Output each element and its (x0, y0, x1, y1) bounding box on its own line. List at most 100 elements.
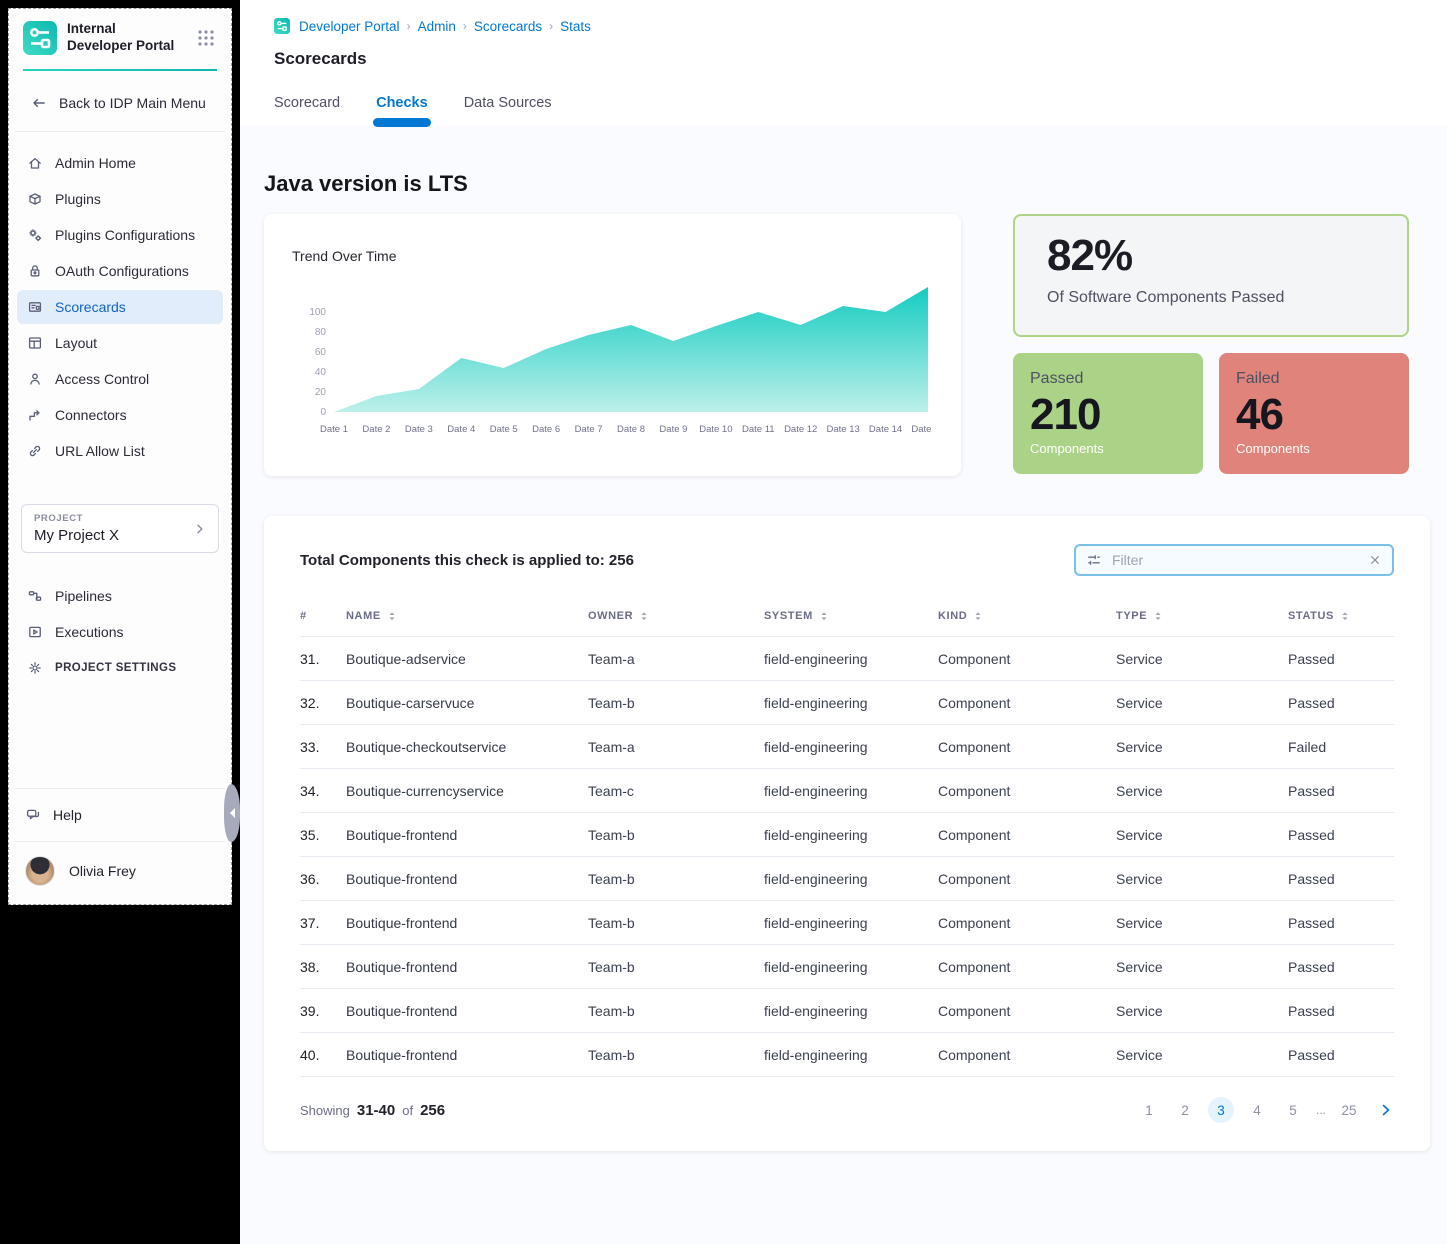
breadcrumb-link-1[interactable]: Admin (418, 19, 456, 34)
table-row[interactable]: 31. Boutique-adservice Team-a field-engi… (300, 636, 1394, 680)
column-header-owner[interactable]: OWNER (588, 610, 764, 622)
app-switcher-grid-icon[interactable] (195, 27, 217, 49)
components-table-card: Total Components this check is applied t… (264, 516, 1430, 1151)
sidebar-item-scorecards[interactable]: Scorecards (17, 290, 223, 324)
table-header-row: #NAMEOWNERSYSTEMKINDTYPESTATUS (300, 610, 1394, 636)
breadcrumb-link-3[interactable]: Stats (560, 19, 591, 34)
column-header-system[interactable]: SYSTEM (764, 610, 938, 622)
cell-system: field-engineering (764, 651, 938, 667)
table-row[interactable]: 37. Boutique-frontend Team-b field-engin… (300, 900, 1394, 944)
svg-text:Date 10: Date 10 (699, 424, 732, 435)
page-5[interactable]: 5 (1280, 1097, 1306, 1123)
page-25[interactable]: 25 (1336, 1097, 1362, 1123)
sidebar-item-connectors[interactable]: Connectors (17, 398, 223, 432)
table-row[interactable]: 32. Boutique-carservuce Team-b field-eng… (300, 680, 1394, 724)
sidebar-item-label: Scorecards (55, 299, 126, 315)
breadcrumb-separator: › (407, 19, 411, 33)
pipeline-icon (27, 588, 43, 604)
showing-summary: Showing 31-40 of 256 (300, 1102, 445, 1119)
sidebar-item-pipelines[interactable]: Pipelines (17, 579, 223, 613)
passed-label: Passed (1030, 370, 1186, 388)
arrow-left-icon (31, 95, 47, 111)
cell-owner: Team-a (588, 739, 764, 755)
link-icon (27, 443, 43, 459)
filter-input[interactable] (1112, 552, 1358, 568)
svg-text:0: 0 (320, 407, 326, 418)
sidebar-collapse-handle[interactable] (224, 784, 240, 842)
cell-owner: Team-c (588, 783, 764, 799)
sidebar-item-label: Executions (55, 624, 123, 640)
page-1[interactable]: 1 (1136, 1097, 1162, 1123)
sidebar-item-project-settings[interactable]: PROJECT SETTINGS (17, 651, 223, 685)
cell-kind: Component (938, 783, 1116, 799)
cell-type: Service (1116, 871, 1288, 887)
sidebar-item-admin-home[interactable]: Admin Home (17, 146, 223, 180)
filter-sliders-icon[interactable] (1086, 552, 1102, 568)
sidebar-item-access-control[interactable]: Access Control (17, 362, 223, 396)
sidebar-item-layout[interactable]: Layout (17, 326, 223, 360)
table-row[interactable]: 34. Boutique-currencyservice Team-c fiel… (300, 768, 1394, 812)
sidebar-item-label: URL Allow List (55, 443, 145, 459)
page-2[interactable]: 2 (1172, 1097, 1198, 1123)
cell-type: Service (1116, 827, 1288, 843)
column-header-type[interactable]: TYPE (1116, 610, 1288, 622)
sidebar-item-plugins-configurations[interactable]: Plugins Configurations (17, 218, 223, 252)
tab-checks[interactable]: Checks (376, 95, 428, 111)
breadcrumb-link-2[interactable]: Scorecards (474, 19, 542, 34)
table-row[interactable]: 39. Boutique-frontend Team-b field-engin… (300, 988, 1394, 1032)
cell-type: Service (1116, 1047, 1288, 1063)
cell-status: Passed (1288, 871, 1394, 887)
breadcrumb-link-0[interactable]: Developer Portal (299, 19, 400, 34)
cell-num: 39. (300, 1003, 346, 1019)
cell-type: Service (1116, 915, 1288, 931)
failed-card: Failed 46 Components (1219, 353, 1409, 474)
table-row[interactable]: 33. Boutique-checkoutservice Team-a fiel… (300, 724, 1394, 768)
scorecard-icon (27, 299, 43, 315)
svg-text:Date 4: Date 4 (447, 424, 475, 435)
cell-status: Passed (1288, 827, 1394, 843)
table-row[interactable]: 40. Boutique-frontend Team-b field-engin… (300, 1032, 1394, 1076)
cell-kind: Component (938, 695, 1116, 711)
page-title: Scorecards (274, 49, 1413, 69)
column-label: OWNER (588, 610, 633, 622)
percent-passed-card: 82% Of Software Components Passed (1013, 214, 1409, 337)
project-menu: Pipelines Executions PROJECT SETTINGS (9, 553, 231, 687)
failed-label: Failed (1236, 370, 1392, 388)
project-selector[interactable]: PROJECT My Project X (21, 504, 219, 553)
cell-status: Passed (1288, 651, 1394, 667)
user-menu[interactable]: Olivia Frey (15, 841, 225, 904)
cell-type: Service (1116, 783, 1288, 799)
table-row[interactable]: 35. Boutique-frontend Team-b field-engin… (300, 812, 1394, 856)
page-3[interactable]: 3 (1208, 1097, 1234, 1123)
sidebar: Internal Developer Portal Back to IDP Ma… (8, 8, 232, 905)
sidebar-item-oauth-configurations[interactable]: OAuth Configurations (17, 254, 223, 288)
cell-owner: Team-b (588, 959, 764, 975)
table-row[interactable]: 38. Boutique-frontend Team-b field-engin… (300, 944, 1394, 988)
close-icon[interactable] (1368, 553, 1382, 567)
sidebar-item-url-allow-list[interactable]: URL Allow List (17, 434, 223, 468)
svg-text:Date 3: Date 3 (405, 424, 433, 435)
tab-scorecard[interactable]: Scorecard (274, 95, 340, 111)
cell-num: 31. (300, 651, 346, 667)
back-label: Back to IDP Main Menu (59, 95, 206, 111)
cell-type: Service (1116, 1003, 1288, 1019)
trend-chart-card: Trend Over Time 020406080100 Date 1Date … (264, 214, 961, 476)
sort-icon (819, 611, 829, 622)
table-row[interactable]: 36. Boutique-frontend Team-b field-engin… (300, 856, 1394, 900)
total-count: 256 (420, 1102, 445, 1119)
svg-text:100: 100 (309, 307, 326, 318)
next-page-button[interactable] (1378, 1102, 1394, 1118)
column-header-status[interactable]: STATUS (1288, 610, 1394, 622)
tab-data-sources[interactable]: Data Sources (464, 95, 552, 111)
page-4[interactable]: 4 (1244, 1097, 1270, 1123)
cell-num: 35. (300, 827, 346, 843)
column-header-kind[interactable]: KIND (938, 610, 1116, 622)
percent-subtitle: Of Software Components Passed (1047, 289, 1375, 307)
cell-type: Service (1116, 651, 1288, 667)
sidebar-item-executions[interactable]: Executions (17, 615, 223, 649)
help-button[interactable]: Help (15, 788, 225, 841)
sidebar-item-plugins[interactable]: Plugins (17, 182, 223, 216)
column-header-name[interactable]: NAME (346, 610, 588, 622)
back-to-idp-main-menu[interactable]: Back to IDP Main Menu (15, 71, 225, 132)
cell-kind: Component (938, 739, 1116, 755)
